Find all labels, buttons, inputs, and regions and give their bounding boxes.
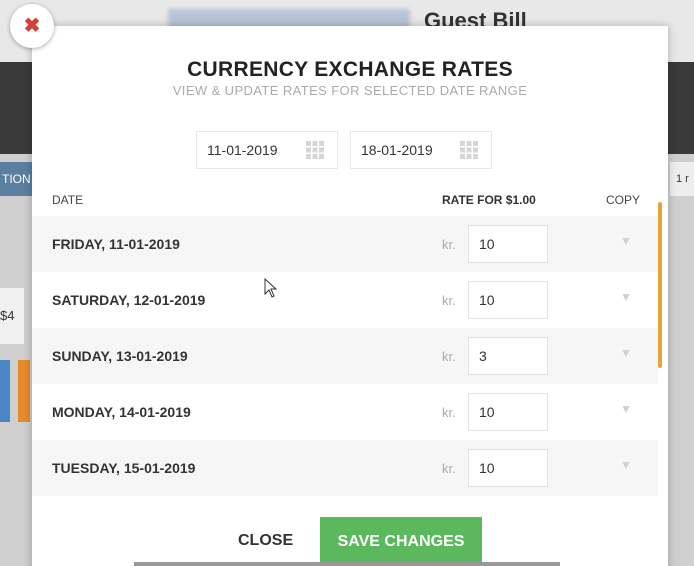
row-currency: kr. [442,293,456,308]
date-from-value: 11-01-2019 [207,142,278,158]
rates-list[interactable]: FRIDAY, 11-01-2019 kr. 10 ▼ SATURDAY, 12… [32,216,668,496]
row-currency: kr. [442,349,456,364]
rate-input[interactable]: 10 [468,449,548,487]
close-button[interactable]: CLOSE [238,532,293,550]
rate-input[interactable]: 10 [468,393,548,431]
header-date: DATE [52,193,84,207]
header-rate: RATE FOR $1.00 [442,193,536,207]
app-tab-left[interactable]: TION [0,162,34,196]
date-to-field[interactable]: 18-01-2019 [350,131,492,169]
chevron-down-icon[interactable]: ▼ [618,458,634,474]
date-from-field[interactable]: 11-01-2019 [196,131,338,169]
row-currency: kr. [442,237,456,252]
chevron-down-icon[interactable]: ▼ [618,234,634,250]
row-day: SUNDAY, 13-01-2019 [52,348,188,364]
chevron-down-icon[interactable]: ▼ [618,346,634,362]
rate-row: FRIDAY, 11-01-2019 kr. 10 ▼ [32,216,658,272]
row-day: SATURDAY, 12-01-2019 [52,292,206,308]
modal-subtitle: VIEW & UPDATE RATES FOR SELECTED DATE RA… [172,83,528,98]
mouse-cursor-icon [264,278,278,298]
modal-title: CURRENCY EXCHANGE RATES [187,58,513,81]
row-currency: kr. [442,461,456,476]
app-orange-tile[interactable] [18,360,30,422]
save-changes-button[interactable]: SAVE CHANGES [320,517,482,566]
app-blue-tile[interactable] [0,360,10,422]
rate-row: SUNDAY, 13-01-2019 kr. 3 ▼ [32,328,658,384]
rate-input[interactable]: 10 [468,281,548,319]
app-price: $4 [0,288,24,344]
row-day: TUESDAY, 15-01-2019 [52,460,196,476]
row-currency: kr. [442,405,456,420]
rate-row: TUESDAY, 15-01-2019 kr. 10 ▼ [32,440,658,496]
chevron-down-icon[interactable]: ▼ [618,290,634,306]
currency-exchange-modal: CURRENCY EXCHANGE RATES VIEW & UPDATE RA… [32,26,668,566]
scrollbar[interactable] [658,202,662,368]
calendar-icon[interactable] [305,140,325,160]
app-tab-right[interactable]: 1 r [670,162,694,196]
date-to-value: 18-01-2019 [361,142,433,158]
chevron-down-icon[interactable]: ▼ [618,402,634,418]
window-scrollbar[interactable] [134,562,560,566]
rate-row: SATURDAY, 12-01-2019 kr. 10 ▼ [32,272,658,328]
rate-input[interactable]: 3 [468,337,548,375]
calendar-icon[interactable] [459,140,479,160]
header-copy: COPY [606,193,641,207]
rate-input[interactable]: 10 [468,225,548,263]
row-day: FRIDAY, 11-01-2019 [52,236,180,252]
row-day: MONDAY, 14-01-2019 [52,404,191,420]
rate-row: MONDAY, 14-01-2019 kr. 10 ▼ [32,384,658,440]
close-icon[interactable]: ✖ [10,4,54,48]
